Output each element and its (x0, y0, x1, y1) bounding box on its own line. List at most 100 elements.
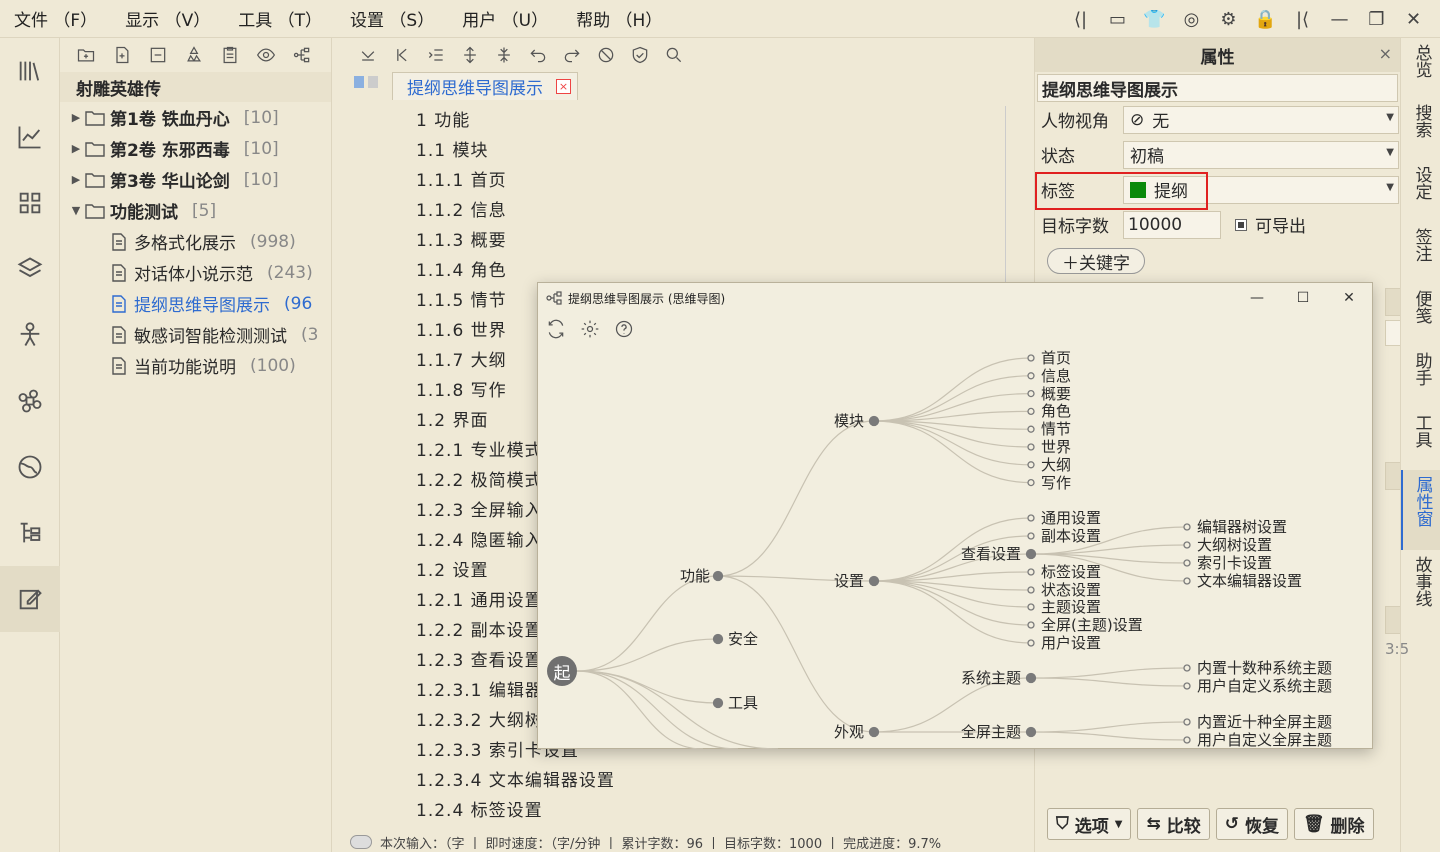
mindmap-node-label[interactable]: 安全 (728, 630, 758, 648)
mindmap-node-label[interactable]: 工具 (728, 694, 758, 712)
tree-volume-1[interactable]: ▶ 第1卷 铁血丹心 [10] (60, 102, 331, 133)
compare-button[interactable]: ⇆ 比较 (1137, 808, 1210, 840)
mindmap-node-label[interactable]: 用户自定义系统主题 (1197, 677, 1332, 695)
mindmap-node-label[interactable]: 首页 (1041, 349, 1071, 367)
theme-shirt-icon[interactable]: 👕 (1136, 0, 1173, 38)
mindmap-node-label[interactable]: 大纲 (1041, 456, 1071, 474)
mindmap-node-label[interactable]: 标签设置 (1041, 563, 1101, 581)
project-title[interactable]: 射雕英雄传 (60, 72, 331, 102)
mindmap-close-button[interactable]: ✕ (1326, 283, 1372, 313)
tree-volume-4[interactable]: ▼ 功能测试 [5] (60, 195, 331, 226)
mindmap-node-label[interactable]: 索引卡设置 (1197, 554, 1272, 572)
minimize-button[interactable]: — (1321, 0, 1358, 38)
mindmap-node-label[interactable]: 内置十数种系统主题 (1197, 659, 1332, 677)
options-button[interactable]: ⛉ 选项 ▼ (1047, 808, 1132, 840)
tree-doc-2[interactable]: 对话体小说示范 (243) (60, 257, 331, 288)
tab-storyline[interactable]: 故事线 (1401, 550, 1440, 630)
mindmap-node-label[interactable]: 副本设置 (1041, 527, 1101, 545)
layers-icon[interactable] (0, 236, 60, 302)
mindmap-node-label[interactable]: 用户设置 (1041, 634, 1101, 652)
pov-select[interactable]: ⊘ 无 ▼ (1123, 105, 1399, 134)
remove-icon[interactable] (144, 41, 172, 69)
expand-arrow-icon[interactable]: ▶ (68, 173, 84, 186)
expand-vertical-icon[interactable] (456, 41, 484, 69)
indent-list-icon[interactable] (422, 41, 450, 69)
settings-icon[interactable] (576, 315, 604, 343)
help-icon[interactable] (610, 315, 638, 343)
menu-help[interactable]: 帮助 （H） (562, 6, 676, 31)
tree-doc-5[interactable]: 当前功能说明 (100) (60, 350, 331, 381)
menu-file[interactable]: 文件 （F） (0, 6, 111, 31)
menu-settings[interactable]: 设置 （S） (336, 6, 448, 31)
menu-user[interactable]: 用户 （U） (448, 6, 562, 31)
mindmap-node-label[interactable]: 功能 (680, 567, 710, 585)
search-icon[interactable] (660, 41, 688, 69)
grid-icon[interactable] (0, 170, 60, 236)
menu-tools[interactable]: 工具 （T） (224, 6, 336, 31)
library-icon[interactable] (0, 38, 60, 104)
mindmap-node-label[interactable]: 写作 (1041, 474, 1071, 492)
expand-arrow-icon[interactable]: ▶ (68, 111, 84, 124)
restore-button[interactable]: ↺ 恢复 (1215, 808, 1288, 840)
mindmap-minimize-button[interactable]: — (1234, 283, 1280, 313)
clipboard-icon[interactable] (216, 41, 244, 69)
status-select[interactable]: 初稿 ▼ (1123, 140, 1399, 169)
exportable-checkbox[interactable] (1235, 218, 1247, 231)
add-keyword-button[interactable]: ＋关键字 (1047, 248, 1145, 274)
mindmap-node-label[interactable]: 角色 (1041, 402, 1071, 420)
restore-button[interactable]: ❐ (1358, 0, 1395, 38)
new-folder-icon[interactable] (72, 41, 100, 69)
tab-tools[interactable]: 工具 (1401, 408, 1440, 470)
properties-close-icon[interactable]: × (1379, 44, 1392, 63)
recycle-icon[interactable] (180, 41, 208, 69)
mindmap-node-label[interactable]: 内置近十种全屏主题 (1197, 713, 1332, 731)
mindmap-root-node[interactable]: 起 (547, 656, 577, 686)
mindmap-node-label[interactable]: 设置 (834, 572, 864, 590)
mindmap-node-label[interactable]: 信息 (1041, 367, 1071, 385)
tab-notes[interactable]: 便笺 (1401, 284, 1440, 346)
tree-doc-1[interactable]: 多格式化展示 (998) (60, 226, 331, 257)
redo-icon[interactable] (558, 41, 586, 69)
tree-volume-2[interactable]: ▶ 第2卷 东邪西毒 [10] (60, 133, 331, 164)
mindmap-node-label[interactable]: 全屏主题 (961, 723, 1021, 741)
block-icon[interactable] (592, 41, 620, 69)
mindmap-node-label[interactable]: 系统主题 (961, 669, 1021, 687)
mindmap-node-label[interactable]: 查看设置 (961, 545, 1021, 563)
mindmap-maximize-button[interactable]: ☐ (1280, 283, 1326, 313)
character-icon[interactable] (0, 302, 60, 368)
refresh-icon[interactable] (542, 315, 570, 343)
tab-close-icon[interactable]: × (556, 79, 571, 94)
mindmap-node-label[interactable]: 用户自定义全屏主题 (1197, 731, 1332, 749)
statistics-icon[interactable] (0, 104, 60, 170)
collapse-all-icon[interactable] (354, 41, 382, 69)
mindmap-node-label[interactable]: 通用设置 (1041, 509, 1101, 527)
lock-icon[interactable]: 🔒 (1247, 0, 1284, 38)
close-button[interactable]: ✕ (1395, 0, 1432, 38)
outline-tree-icon[interactable] (0, 500, 60, 566)
command-icon[interactable] (0, 368, 60, 434)
expand-arrow-icon[interactable]: ▶ (68, 142, 84, 155)
mindmap-node-label[interactable]: 世界 (1041, 438, 1071, 456)
mindmap-node-label[interactable]: 情节 (1041, 420, 1071, 438)
tab-annotation[interactable]: 签注 (1401, 222, 1440, 284)
collapse-right-icon[interactable]: |⟨ (1284, 0, 1321, 38)
mindmap-titlebar[interactable]: 提纲思维导图展示 (思维导图) — ☐ ✕ (538, 283, 1372, 313)
edit-icon[interactable] (0, 566, 60, 632)
status-toggle[interactable] (350, 835, 372, 849)
first-icon[interactable] (388, 41, 416, 69)
target-words-input[interactable]: 10000 (1123, 210, 1221, 239)
delete-button[interactable]: 🗑 删除 (1293, 808, 1374, 840)
tag-select[interactable]: 提纲 ▼ (1123, 175, 1399, 204)
mindmap-node-label[interactable]: 文本编辑器设置 (1197, 572, 1302, 590)
tab-overview[interactable]: 总览 (1401, 38, 1440, 98)
mindmap-node-label[interactable]: 大纲树设置 (1197, 536, 1272, 554)
document-title-field[interactable]: 提纲思维导图展示 (1037, 74, 1398, 102)
mindmap-node-label[interactable]: 全屏(主题)设置 (1041, 616, 1143, 634)
tab-assistant[interactable]: 助手 (1401, 346, 1440, 408)
globe-icon[interactable] (0, 434, 60, 500)
eye-icon[interactable] (252, 41, 280, 69)
new-document-icon[interactable] (108, 41, 136, 69)
mindmap-node-label[interactable]: 外观 (834, 723, 864, 741)
tree-volume-3[interactable]: ▶ 第3卷 华山论剑 [10] (60, 164, 331, 195)
undo-icon[interactable] (524, 41, 552, 69)
